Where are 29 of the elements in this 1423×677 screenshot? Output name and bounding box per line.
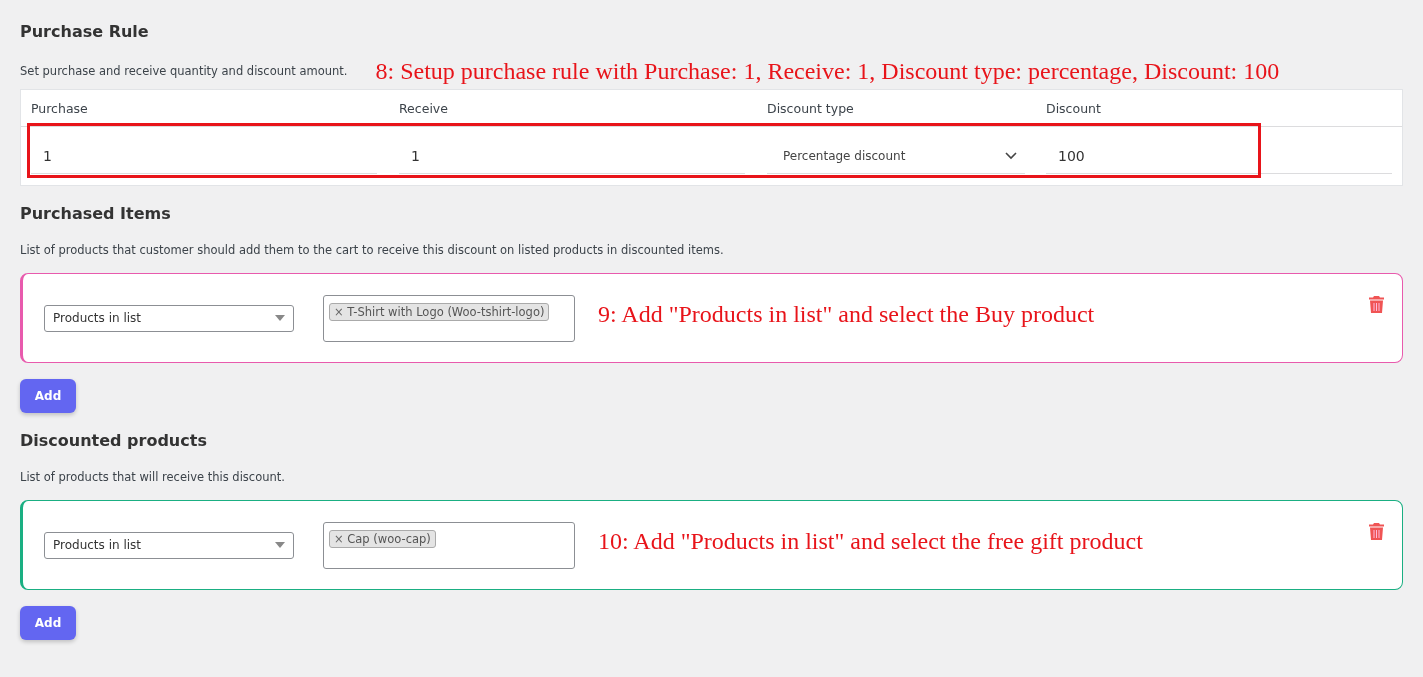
column-header: Discount type: [766, 100, 855, 116]
trash-icon[interactable]: [1369, 523, 1384, 540]
section-description: Set purchase and receive quantity and discount amount.: [20, 64, 348, 78]
remove-tag-button[interactable]: ×: [334, 304, 344, 319]
caret-icon: [275, 542, 285, 548]
chevron-down-icon: [1005, 151, 1017, 160]
caret-icon: [275, 315, 285, 321]
column-header: Discount: [1045, 100, 1102, 116]
product-field[interactable]: × Cap (woo-cap): [323, 521, 575, 569]
trash-icon[interactable]: [1369, 296, 1384, 313]
annotation-text: 8: Setup purchase rule with Purchase: 1, Receive: 1, Discount type: percentage, Discount: 100: [375, 57, 1280, 85]
section-title: Purchased Items: [20, 204, 172, 223]
column-header: Purchase: [30, 100, 89, 116]
product-tag: Cap (woo-cap): [347, 531, 431, 546]
discount-type-select[interactable]: Percentage discount: [767, 138, 1025, 174]
section-title: Purchase Rule: [20, 22, 150, 41]
condition-select[interactable]: Products in list: [44, 531, 294, 559]
section-description: List of products that customer should add them to the cart to receive this discount on listed products in discounted items.: [20, 243, 725, 257]
add-button[interactable]: Add: [20, 379, 76, 413]
condition-select[interactable]: Products in list: [44, 304, 294, 332]
remove-tag-button[interactable]: ×: [334, 531, 344, 546]
section-description: List of products that will receive this discount.: [20, 470, 286, 484]
product-field[interactable]: × T-Shirt with Logo (Woo-tshirt-logo): [323, 294, 575, 342]
column-header: Receive: [398, 100, 449, 116]
section-title: Discounted products: [20, 431, 208, 450]
product-tag: T-Shirt with Logo (Woo-tshirt-logo): [347, 304, 545, 319]
annotation-text: 10: Add "Products in list" and select the free gift product: [598, 527, 1143, 555]
add-button[interactable]: Add: [20, 606, 76, 640]
annotation-text: 9: Add "Products in list" and select the Buy product: [598, 300, 1095, 328]
